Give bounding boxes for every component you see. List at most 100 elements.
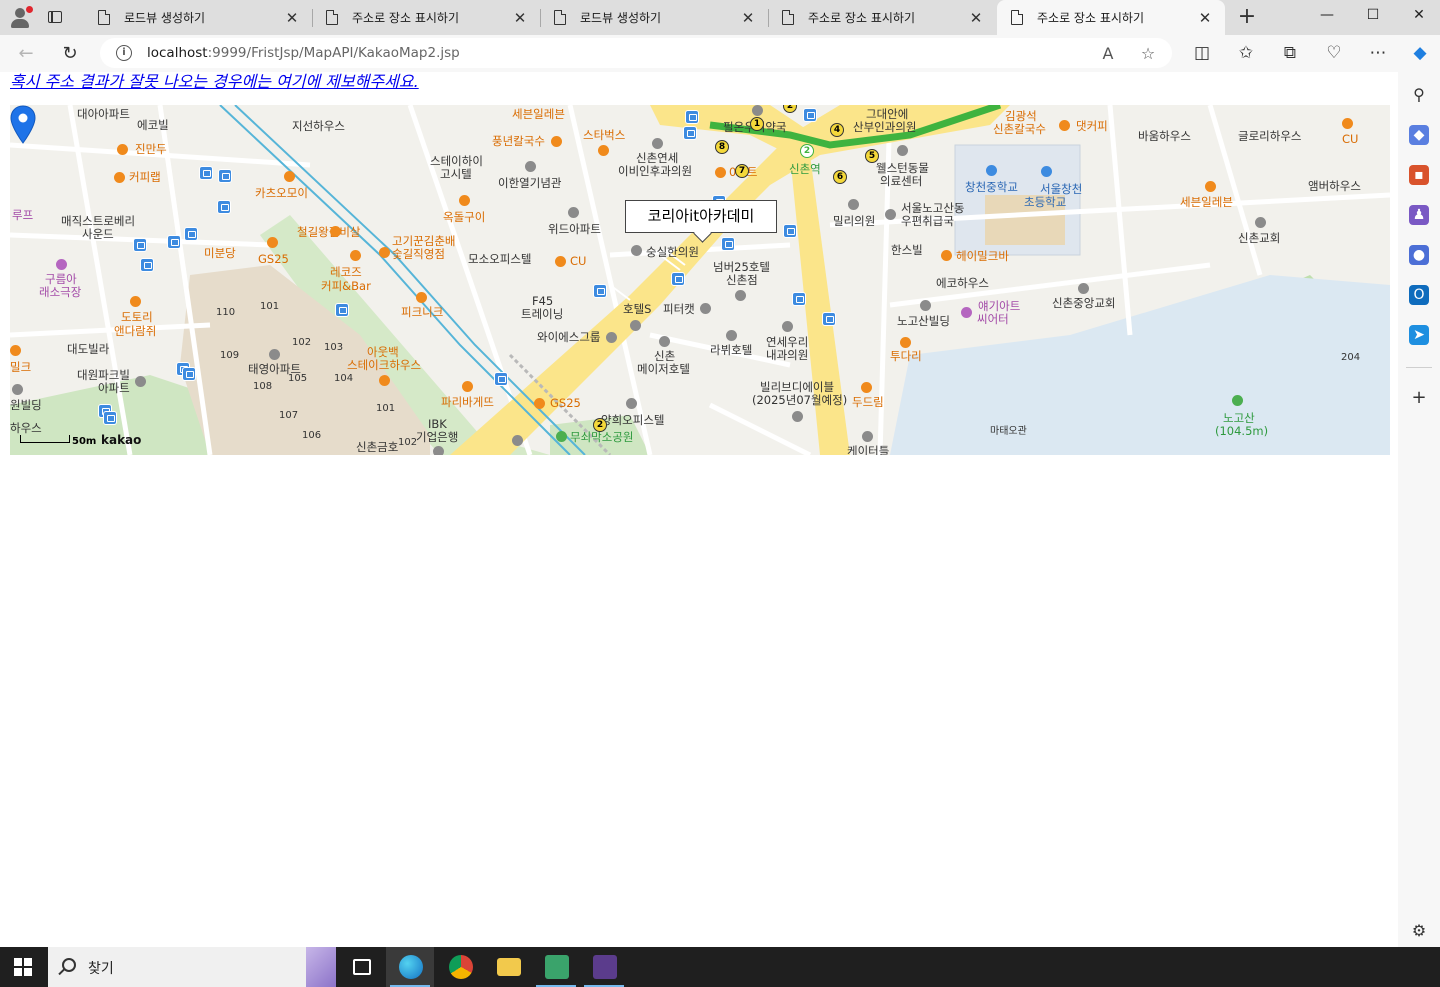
favorite-star-icon[interactable]: ☆ xyxy=(1138,44,1158,63)
bus-stop-icon[interactable] xyxy=(721,237,735,251)
favorites-icon[interactable]: ✩ xyxy=(1234,41,1258,65)
profile-avatar-icon[interactable] xyxy=(8,6,33,30)
poi-icon[interactable] xyxy=(631,245,642,256)
tab-3[interactable]: 로드뷰 생성하기 ✕ xyxy=(540,0,768,35)
outlook-icon[interactable]: O xyxy=(1409,285,1429,305)
bus-stop-icon[interactable] xyxy=(103,411,117,425)
poi-icon[interactable] xyxy=(555,256,566,267)
bus-stop-icon[interactable] xyxy=(822,312,836,326)
read-aloud-icon[interactable]: A xyxy=(1098,44,1118,63)
taskbar-chrome[interactable] xyxy=(436,947,484,987)
poi-icon[interactable] xyxy=(284,171,295,182)
poi-icon[interactable] xyxy=(862,431,873,442)
taskbar-search[interactable]: 찾기 xyxy=(48,947,336,987)
taskbar-ide[interactable] xyxy=(580,947,628,987)
tab-close-button[interactable]: ✕ xyxy=(1195,8,1215,28)
subway-line-1-icon[interactable]: 1 xyxy=(750,117,764,131)
windows-start-icon[interactable] xyxy=(14,958,32,976)
tab-actions-icon[interactable] xyxy=(46,8,66,26)
bus-stop-icon[interactable] xyxy=(803,108,817,122)
taskbar-file-explorer[interactable] xyxy=(484,947,532,987)
poi-icon[interactable] xyxy=(752,105,763,116)
url-text[interactable]: localhost:9999/FristJsp/MapAPI/KakaoMap2… xyxy=(147,45,460,61)
bus-stop-icon[interactable] xyxy=(685,110,699,124)
subway-line-6-icon[interactable]: 6 xyxy=(833,170,847,184)
poi-icon[interactable] xyxy=(782,321,793,332)
settings-gear-icon[interactable]: ⚙ xyxy=(1409,921,1429,941)
bus-stop-icon[interactable] xyxy=(167,235,181,249)
poi-icon[interactable] xyxy=(726,330,737,341)
bus-stop-icon[interactable] xyxy=(335,303,349,317)
poi-icon[interactable] xyxy=(551,136,562,147)
poi-icon[interactable] xyxy=(512,435,523,446)
poi-icon[interactable] xyxy=(792,411,803,422)
poi-icon[interactable] xyxy=(920,300,931,311)
poi-icon[interactable] xyxy=(885,209,896,220)
poi-icon[interactable] xyxy=(10,345,21,356)
poi-icon[interactable] xyxy=(1232,395,1243,406)
tools-icon[interactable]: ▪ xyxy=(1409,165,1429,185)
tab-5-active[interactable]: 주소로 장소 표시하기 ✕ xyxy=(997,0,1225,35)
maximize-button[interactable]: ☐ xyxy=(1350,0,1396,32)
window-close-button[interactable]: ✕ xyxy=(1396,0,1440,32)
subway-line-5-icon[interactable]: 5 xyxy=(865,149,879,163)
new-tab-button[interactable]: + xyxy=(1236,6,1258,28)
poi-icon[interactable] xyxy=(135,376,146,387)
poi-icon[interactable] xyxy=(848,199,859,210)
poi-icon[interactable] xyxy=(598,145,609,156)
bus-stop-icon[interactable] xyxy=(199,166,213,180)
bus-stop-icon[interactable] xyxy=(671,272,685,286)
address-bar[interactable]: i localhost:9999/FristJsp/MapAPI/KakaoMa… xyxy=(100,38,1172,68)
poi-icon[interactable] xyxy=(1041,166,1052,177)
bus-stop-icon[interactable] xyxy=(593,284,607,298)
tab-2[interactable]: 주소로 장소 표시하기 ✕ xyxy=(312,0,540,35)
poi-icon[interactable] xyxy=(700,303,711,314)
poi-icon[interactable] xyxy=(56,259,67,270)
poi-icon[interactable] xyxy=(715,167,726,178)
kakao-logo[interactable]: kakao xyxy=(101,433,141,447)
browser-essentials-icon[interactable]: ♡ xyxy=(1322,41,1346,65)
tab-1[interactable]: 로드뷰 생성하기 ✕ xyxy=(84,0,312,35)
subway-line-7-icon[interactable]: 7 xyxy=(735,164,749,178)
subway-line-4-icon[interactable]: 4 xyxy=(830,123,844,137)
poi-icon[interactable] xyxy=(114,172,125,183)
copilot-icon[interactable]: ◆ xyxy=(1408,41,1432,65)
subway-line-2-icon[interactable]: 2 xyxy=(800,144,814,158)
collections-icon[interactable]: ⧉ xyxy=(1278,41,1302,65)
tab-close-button[interactable]: ✕ xyxy=(966,8,986,28)
bus-stop-icon[interactable] xyxy=(182,367,196,381)
tab-close-button[interactable]: ✕ xyxy=(738,8,758,28)
poi-icon[interactable] xyxy=(433,446,444,455)
poi-icon[interactable] xyxy=(416,292,427,303)
tab-close-button[interactable]: ✕ xyxy=(282,8,302,28)
poi-icon[interactable] xyxy=(379,375,390,386)
poi-icon[interactable] xyxy=(267,237,278,248)
more-menu-icon[interactable]: ⋯ xyxy=(1366,41,1390,65)
task-view-icon[interactable] xyxy=(338,947,386,987)
poi-icon[interactable] xyxy=(606,332,617,343)
poi-icon[interactable] xyxy=(1342,118,1353,129)
poi-icon[interactable] xyxy=(900,337,911,348)
tab-close-button[interactable]: ✕ xyxy=(510,8,530,28)
copilot-app-icon[interactable]: ● xyxy=(1409,245,1429,265)
minimize-button[interactable]: — xyxy=(1304,0,1350,32)
send-icon[interactable]: ➤ xyxy=(1409,325,1429,345)
bus-stop-icon[interactable] xyxy=(494,372,508,386)
refresh-icon[interactable]: ↻ xyxy=(56,40,84,68)
bus-stop-icon[interactable] xyxy=(133,238,147,252)
poi-icon[interactable] xyxy=(986,165,997,176)
bus-stop-icon[interactable] xyxy=(783,224,797,238)
search-icon[interactable]: ⚲ xyxy=(1409,85,1429,105)
subway-line-2-icon[interactable]: 2 xyxy=(593,418,607,432)
poi-icon[interactable] xyxy=(630,320,641,331)
poi-icon[interactable] xyxy=(117,144,128,155)
subway-line-8-icon[interactable]: 8 xyxy=(715,140,729,154)
poi-icon[interactable] xyxy=(269,349,280,360)
poi-icon[interactable] xyxy=(350,250,361,261)
poi-icon[interactable] xyxy=(735,290,746,301)
split-screen-icon[interactable]: ◫ xyxy=(1190,41,1214,65)
poi-icon[interactable] xyxy=(568,207,579,218)
shopping-tag-icon[interactable]: ◆ xyxy=(1409,125,1429,145)
poi-icon[interactable] xyxy=(556,431,567,442)
site-info-icon[interactable]: i xyxy=(116,45,132,61)
